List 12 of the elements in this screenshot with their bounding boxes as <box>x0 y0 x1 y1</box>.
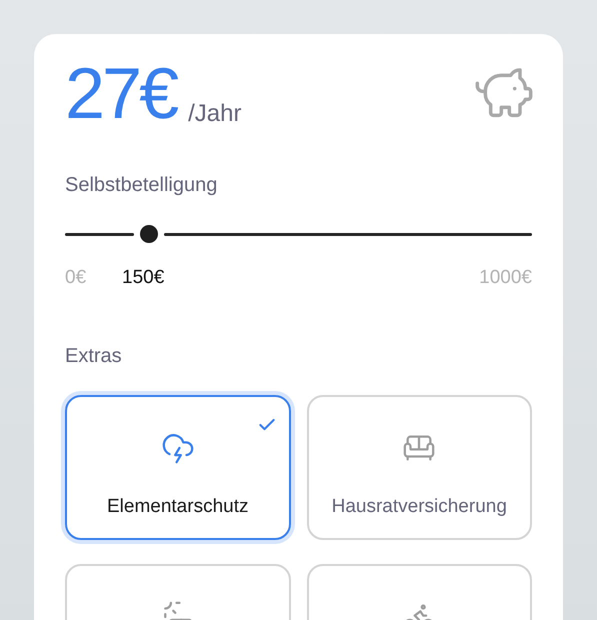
extra-option-label: Elementarschutz <box>106 494 248 518</box>
extras-label: Extras <box>65 344 122 368</box>
selected-value: 150€ <box>122 266 164 290</box>
slider-thumb[interactable] <box>140 225 158 243</box>
max-value: 1000€ <box>479 266 532 290</box>
extra-option-card[interactable]: Hausratversicherung <box>306 394 532 540</box>
extra-option-label: Hausratversicherung <box>332 494 507 518</box>
deductible-slider[interactable] <box>65 224 532 244</box>
min-value: 0€ <box>65 267 86 288</box>
price-period: /Jahr <box>188 99 242 129</box>
deductible-label: Selbstbetelligung <box>65 173 218 198</box>
price-amount: 27€ <box>65 58 176 130</box>
